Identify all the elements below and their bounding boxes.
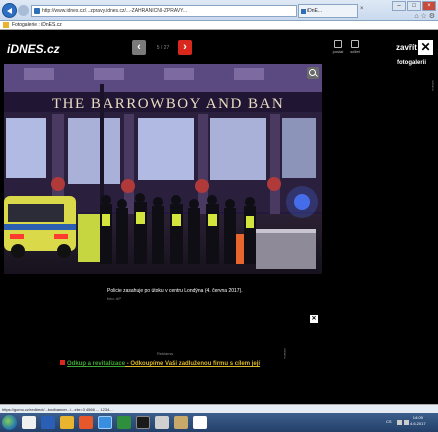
chrome-taskbar-icon[interactable] — [79, 416, 93, 429]
word-taskbar-icon[interactable] — [41, 416, 55, 429]
ad-side-label: reklama — [283, 348, 287, 359]
ad-label: Reklama — [157, 351, 173, 356]
back-button[interactable] — [2, 3, 17, 18]
browser-tab[interactable]: iDnE... — [298, 4, 358, 18]
send-tool-label: poslat — [332, 49, 344, 54]
paint-taskbar-icon[interactable] — [193, 416, 207, 429]
share-icon — [351, 40, 359, 48]
side-ad-label: reklama — [431, 80, 435, 91]
browser-icons[interactable]: ⌂ ☆ ⚙ — [414, 12, 435, 20]
volume-icon[interactable] — [404, 420, 409, 425]
photo-counter: 5 / 27 — [156, 45, 170, 51]
close-gallery-button[interactable]: ✕ — [418, 40, 433, 55]
text-ad-link[interactable]: Odkup a revitalizace - Odkoupíme Vaši za… — [60, 360, 260, 367]
window-taskbar-icon[interactable] — [155, 416, 169, 429]
gallery-photo[interactable]: THE BARROWBOY AND BAN — [4, 64, 322, 274]
window-controls: – □ × — [392, 1, 436, 11]
browser-toolbar: http://www.idnes.cz/...zpravy.idnes.cz/.… — [0, 0, 438, 21]
pub-sign-text: THE BARROWBOY AND BAN — [52, 96, 284, 112]
ad-link-description[interactable]: Odkoupíme Vaši zadluženou firmu s cílem … — [130, 361, 260, 367]
photo-credit: foto: AP — [107, 296, 122, 301]
close-gallery-label[interactable]: zavřít — [396, 43, 417, 52]
photo-caption: Policie zasahuje po útoku v centru Londý… — [107, 288, 243, 294]
idnes-logo[interactable]: iDNES.cz — [7, 42, 60, 56]
previous-photo-button[interactable]: ‹ — [132, 40, 146, 55]
app-taskbar-icon[interactable] — [174, 416, 188, 429]
gallery-section-link[interactable]: fotogalerii — [397, 60, 426, 66]
photo-gallery: iDNES.cz ‹ 5 / 27 › poslat sdílet zavřít… — [0, 30, 438, 410]
envelope-icon — [334, 40, 342, 48]
minimize-button[interactable]: – — [392, 1, 406, 11]
start-button[interactable] — [2, 415, 17, 430]
folder-taskbar-icon[interactable] — [60, 416, 74, 429]
forward-button[interactable] — [18, 5, 29, 16]
ad-link-title[interactable]: Odkup a revitalizace — [67, 361, 125, 367]
share-tool-label: sdílet — [350, 49, 360, 54]
window-close-button[interactable]: × — [422, 1, 436, 11]
excel-taskbar-icon[interactable] — [117, 416, 131, 429]
maximize-button[interactable]: □ — [407, 1, 421, 11]
browser-status-bar: https://gcmo.cz/redirect/...bodbanner...… — [0, 404, 438, 413]
system-clock[interactable]: 14:09 4.6.2017 — [410, 415, 426, 427]
share-tool-button[interactable]: sdílet — [346, 40, 364, 54]
next-photo-button[interactable]: › — [178, 40, 192, 55]
language-indicator[interactable]: CS — [386, 419, 392, 424]
internet-explorer-taskbar-icon[interactable] — [98, 416, 112, 429]
favorites-bar[interactable]: Fotogalerie : iDnES.cz — [0, 21, 438, 30]
send-tool-button[interactable]: poslat — [329, 40, 347, 54]
tab-close-icon[interactable]: × — [360, 6, 364, 12]
ad-bullet-icon — [60, 360, 65, 365]
console-taskbar-icon[interactable] — [136, 416, 150, 429]
clock-date: 4.6.2017 — [410, 421, 426, 426]
network-icon[interactable] — [397, 420, 402, 425]
explorer-taskbar-icon[interactable] — [22, 416, 36, 429]
london-police-scene-image: THE BARROWBOY AND BAN — [4, 64, 322, 274]
windows-taskbar: CS 14:09 4.6.2017 — [0, 413, 438, 432]
zoom-icon[interactable] — [307, 67, 319, 79]
caption-close-button[interactable]: ✕ — [310, 315, 318, 323]
address-bar[interactable]: http://www.idnes.cz/...zpravy.idnes.cz/.… — [31, 5, 297, 17]
